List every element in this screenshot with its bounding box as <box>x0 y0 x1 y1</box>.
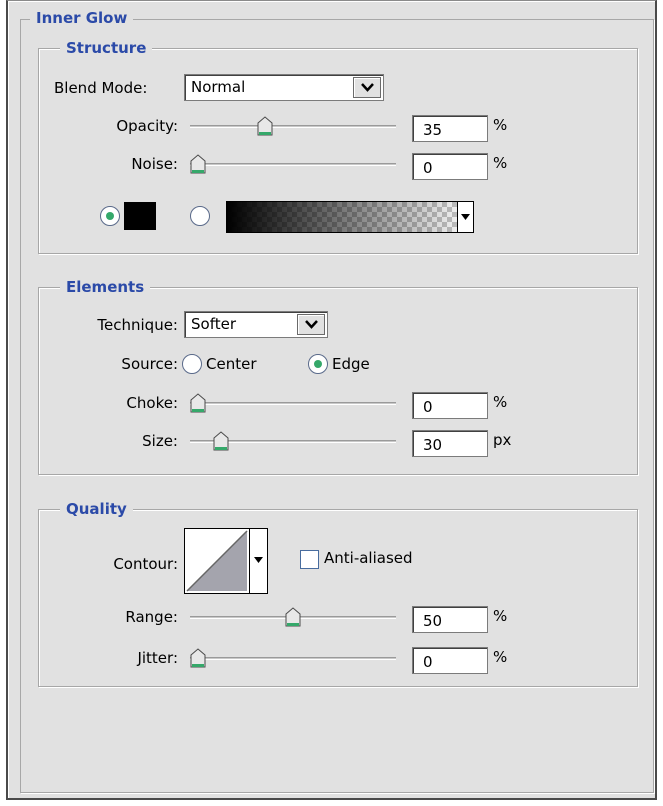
size-label: Size: <box>142 432 178 450</box>
source-center-label: Center <box>206 355 257 373</box>
slider-thumb-icon[interactable] <box>213 431 229 451</box>
source-center-radio[interactable] <box>182 354 202 374</box>
noise-slider[interactable] <box>190 154 396 174</box>
size-unit: px <box>493 431 512 449</box>
section-title-structure: Structure <box>60 39 153 57</box>
dropdown-arrow-icon <box>305 320 318 329</box>
noise-unit: % <box>493 154 508 172</box>
slider-thumb-icon[interactable] <box>190 648 206 668</box>
range-unit: % <box>493 607 508 625</box>
range-slider[interactable] <box>190 607 396 627</box>
contour-label: Contour: <box>113 555 178 573</box>
contour-curve-icon <box>186 530 248 592</box>
blend-mode-label: Blend Mode: <box>54 79 148 97</box>
technique-value: Softer <box>191 315 236 333</box>
choke-input[interactable]: 0 <box>412 392 488 419</box>
slider-thumb-icon[interactable] <box>257 116 273 136</box>
section-title-inner-glow: Inner Glow <box>30 9 134 27</box>
gradient-dropdown-button[interactable] <box>457 202 473 232</box>
noise-input[interactable]: 0 <box>412 153 488 180</box>
dropdown-arrow-icon <box>361 83 374 92</box>
slider-thumb-icon[interactable] <box>190 393 206 413</box>
jitter-unit: % <box>493 648 508 666</box>
technique-label: Technique: <box>97 316 178 334</box>
gradient-arrow-icon <box>461 214 470 220</box>
blend-mode-value: Normal <box>191 78 246 96</box>
solid-color-radio[interactable] <box>100 206 120 226</box>
opacity-input[interactable]: 35 <box>412 115 488 142</box>
choke-label: Choke: <box>126 394 178 412</box>
size-input[interactable]: 30 <box>412 430 488 457</box>
gradient-radio[interactable] <box>190 206 210 226</box>
noise-label: Noise: <box>131 155 178 173</box>
glow-gradient-picker[interactable] <box>226 201 474 233</box>
contour-picker[interactable] <box>184 528 268 594</box>
range-label: Range: <box>125 608 178 626</box>
anti-aliased-checkbox[interactable] <box>300 550 319 569</box>
source-edge-label: Edge <box>332 355 370 373</box>
glow-color-swatch[interactable] <box>124 202 156 230</box>
blend-mode-dropdown-button[interactable] <box>353 77 381 98</box>
slider-thumb-icon[interactable] <box>190 154 206 174</box>
size-slider[interactable] <box>190 431 396 451</box>
jitter-label: Jitter: <box>137 649 178 667</box>
jitter-slider[interactable] <box>190 648 396 668</box>
section-title-quality: Quality <box>60 500 133 518</box>
contour-dropdown-button[interactable] <box>249 529 267 593</box>
source-label: Source: <box>121 355 178 373</box>
choke-slider[interactable] <box>190 393 396 413</box>
range-input[interactable]: 50 <box>412 606 488 633</box>
dropdown-arrow-icon <box>254 557 263 563</box>
inner-glow-panel: Inner Glow Structure Blend Mode: Normal … <box>6 0 657 800</box>
opacity-slider[interactable] <box>190 116 396 136</box>
opacity-label: Opacity: <box>116 117 178 135</box>
slider-thumb-icon[interactable] <box>285 607 301 627</box>
opacity-unit: % <box>493 116 508 134</box>
jitter-input[interactable]: 0 <box>412 647 488 674</box>
anti-aliased-label: Anti-aliased <box>324 549 413 567</box>
choke-unit: % <box>493 393 508 411</box>
source-edge-radio[interactable] <box>308 354 328 374</box>
section-title-elements: Elements <box>60 278 151 296</box>
technique-dropdown[interactable]: Softer <box>184 311 328 338</box>
blend-mode-dropdown[interactable]: Normal <box>184 74 384 101</box>
technique-dropdown-button[interactable] <box>297 314 325 335</box>
